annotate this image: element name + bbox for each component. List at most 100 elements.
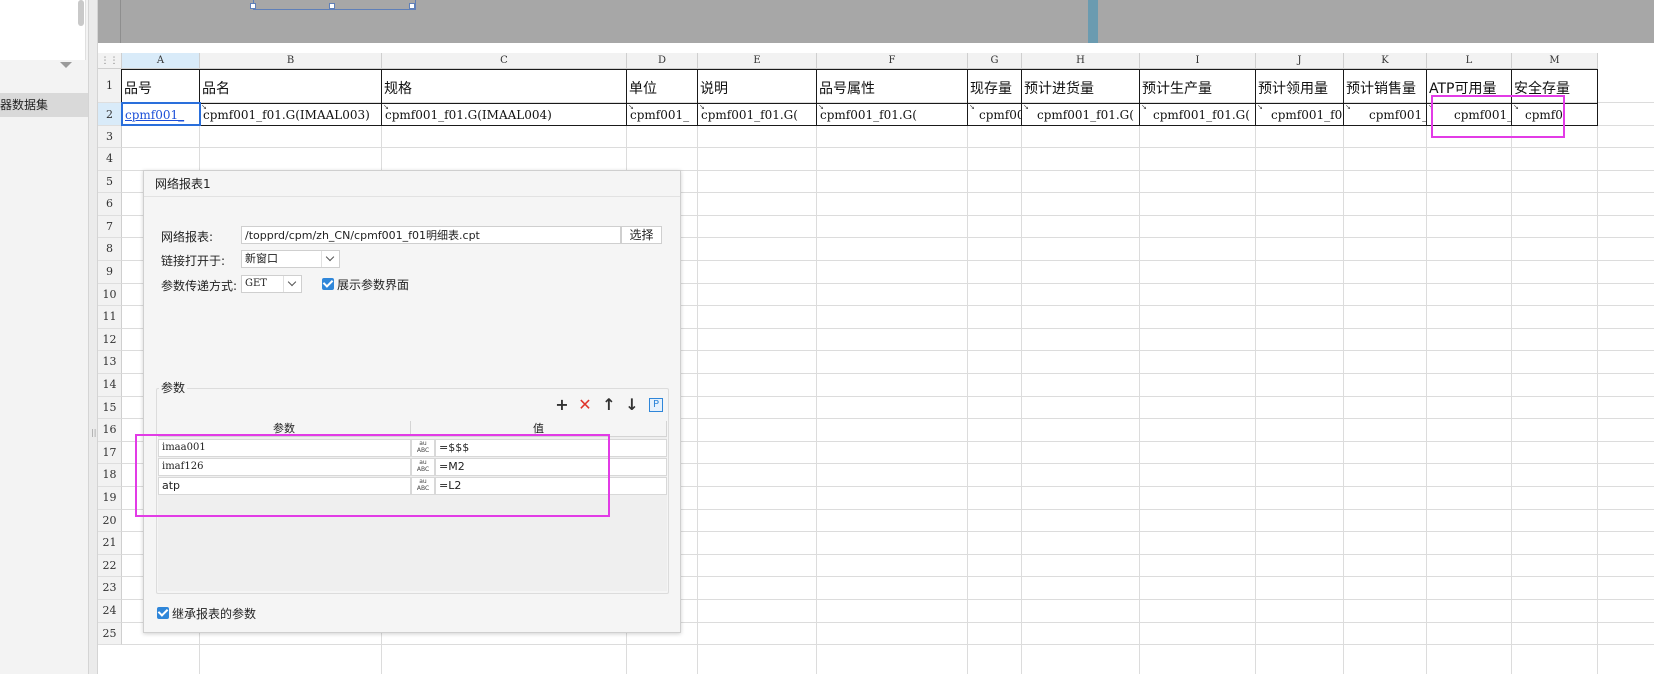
row-header[interactable]: 22: [98, 554, 122, 578]
row-header[interactable]: 19: [98, 487, 122, 510]
data-cell[interactable]: cpmf001_f01.G(: [1153, 108, 1255, 122]
row-header[interactable]: 25: [98, 622, 122, 646]
param-p-icon[interactable]: P: [649, 398, 663, 412]
selected-cell-outline: [121, 102, 201, 126]
chevron-down-icon[interactable]: [321, 251, 339, 267]
add-icon[interactable]: +: [554, 397, 570, 413]
data-cell[interactable]: cpmf001_f01.G(: [1037, 108, 1139, 122]
move-down-icon[interactable]: ↓: [624, 397, 640, 413]
method-label: 参数传递方式:: [161, 279, 238, 293]
header-cell[interactable]: 单位: [629, 78, 697, 98]
row-header[interactable]: 8: [98, 238, 122, 261]
left-tree-area[interactable]: [0, 0, 86, 60]
row-header[interactable]: 24: [98, 600, 122, 623]
column-header[interactable]: I: [1140, 53, 1256, 69]
header-cell[interactable]: 预计生产量: [1142, 78, 1255, 98]
row-header[interactable]: 5: [98, 170, 122, 194]
cell-border: [381, 69, 382, 126]
data-cell[interactable]: cpmf001_f01.G(IMAAL004): [385, 108, 626, 122]
column-header[interactable]: M: [1512, 53, 1598, 69]
row-header[interactable]: 2: [98, 103, 122, 126]
select-button[interactable]: 选择: [621, 226, 662, 244]
column-header[interactable]: B: [200, 53, 382, 69]
header-cell[interactable]: 品号: [124, 78, 199, 98]
open-in-select[interactable]: 新窗口: [241, 250, 340, 268]
header-cell[interactable]: 规格: [384, 78, 626, 98]
expand-marker-icon: ↘: [969, 103, 975, 111]
chevron-down-icon[interactable]: [283, 276, 301, 292]
splitter-grip-icon[interactable]: ||: [91, 428, 96, 437]
data-cell[interactable]: cpmf001_f0: [1271, 108, 1343, 122]
dataset-tab[interactable]: 器数据集: [0, 93, 88, 117]
show-params-checkbox[interactable]: [322, 278, 334, 290]
cell-border: [1343, 69, 1344, 126]
row-header[interactable]: 13: [98, 351, 122, 374]
method-select[interactable]: GET: [241, 275, 302, 293]
column-header[interactable]: C: [382, 53, 627, 69]
cell-border: [122, 125, 1598, 126]
header-cell[interactable]: 品名: [202, 78, 381, 98]
cell-border: [1021, 69, 1022, 126]
column-header[interactable]: A: [122, 53, 200, 69]
panel-splitter[interactable]: ||: [88, 0, 98, 674]
header-cell[interactable]: 预计领用量: [1258, 78, 1343, 98]
data-cell[interactable]: cpmf001_f01.G(: [701, 108, 816, 122]
column-header[interactable]: K: [1344, 53, 1427, 69]
row-header[interactable]: 4: [98, 148, 122, 171]
inherit-params-checkbox[interactable]: [157, 607, 169, 619]
row-header[interactable]: 7: [98, 215, 122, 239]
select-all-corner[interactable]: ⋮⋮: [98, 53, 122, 69]
expand-marker-icon: ↘: [1141, 103, 1147, 111]
resize-handle[interactable]: [329, 3, 335, 9]
cell-border: [1426, 69, 1427, 126]
data-cell[interactable]: cpmf001_: [630, 108, 697, 122]
resize-handle[interactable]: [250, 3, 256, 9]
row-header[interactable]: 20: [98, 509, 122, 533]
cell-border: [1597, 69, 1598, 126]
row-header[interactable]: 9: [98, 261, 122, 284]
column-header[interactable]: G: [968, 53, 1022, 69]
row-header[interactable]: 18: [98, 464, 122, 487]
column-header[interactable]: F: [817, 53, 968, 69]
header-cell[interactable]: 预计销售量: [1346, 78, 1426, 98]
grid-line: [1139, 69, 1140, 674]
column-header[interactable]: H: [1022, 53, 1140, 69]
report-label: 网络报表:: [161, 230, 214, 244]
data-cell[interactable]: cpmf00: [979, 108, 1021, 122]
design-area[interactable]: [98, 0, 1654, 43]
header-cell[interactable]: 品号属性: [819, 78, 967, 98]
header-cell[interactable]: 说明: [700, 78, 816, 98]
design-widget[interactable]: [250, 0, 416, 10]
row-header[interactable]: 1: [98, 69, 122, 103]
row-header[interactable]: 14: [98, 374, 122, 397]
ruler: [120, 0, 124, 43]
data-cell[interactable]: cpmf001_f01.G(IMAAL003): [203, 108, 381, 122]
collapse-arrow-icon[interactable]: [60, 62, 72, 68]
row-header[interactable]: 3: [98, 126, 122, 148]
cell-border: [122, 69, 1598, 70]
report-path-input[interactable]: /topprd/cpm/zh_CN/cpmf001_f01明细表.cpt: [241, 226, 621, 244]
data-cell[interactable]: cpmf001_: [1369, 108, 1426, 122]
row-header[interactable]: 21: [98, 532, 122, 555]
row-header[interactable]: 6: [98, 193, 122, 216]
row-header[interactable]: 23: [98, 577, 122, 600]
column-header[interactable]: E: [698, 53, 817, 69]
column-header[interactable]: D: [627, 53, 698, 69]
open-in-label: 链接打开于:: [161, 254, 226, 268]
header-cell[interactable]: 预计进货量: [1024, 78, 1139, 98]
row-header[interactable]: 10: [98, 283, 122, 307]
column-header[interactable]: L: [1427, 53, 1512, 69]
column-header[interactable]: J: [1256, 53, 1344, 69]
left-scrollbar[interactable]: [78, 0, 84, 26]
design-boundary: [1088, 0, 1098, 43]
row-header[interactable]: 11: [98, 306, 122, 329]
row-header[interactable]: 16: [98, 419, 122, 442]
resize-handle[interactable]: [409, 3, 415, 9]
move-up-icon[interactable]: ↑: [601, 397, 617, 413]
row-header[interactable]: 12: [98, 328, 122, 352]
data-cell[interactable]: cpmf001_f01.G(: [820, 108, 967, 122]
row-header[interactable]: 17: [98, 441, 122, 465]
delete-icon[interactable]: ✕: [577, 397, 593, 413]
row-header[interactable]: 15: [98, 396, 122, 420]
header-cell[interactable]: 现存量: [970, 78, 1021, 98]
